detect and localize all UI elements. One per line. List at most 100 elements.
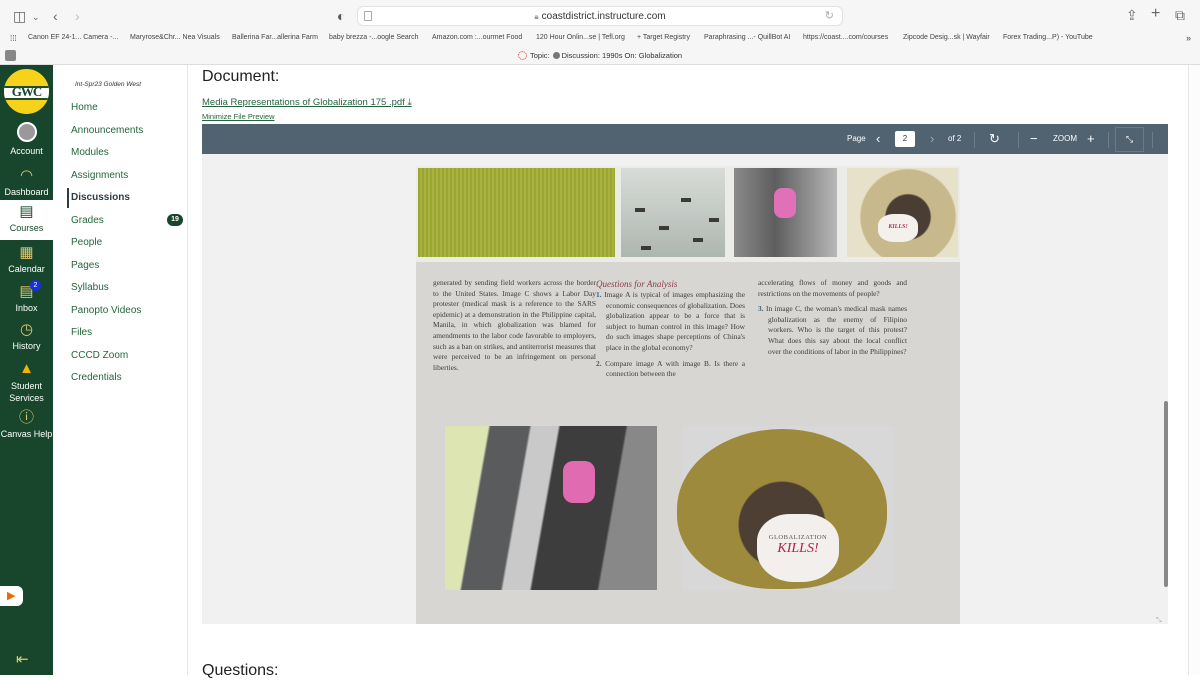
global-navigation: GWC Account ◠ Dashboard ▤ Courses ▦ Calenda… bbox=[0, 65, 53, 675]
green-block-image bbox=[418, 168, 615, 257]
bookmark[interactable]: Zipcode Desig...sk | Wayfair bbox=[903, 34, 990, 41]
pdf-toolbar: Page ‹ 2 › of 2 ↻ − ZOOM + ⤡ bbox=[202, 124, 1168, 154]
gnav-calendar[interactable]: ▦ Calendar bbox=[0, 245, 53, 275]
bookmarks-bar: ⁞⁞⁞ Canon EF 24-1... Camera -... Maryros… bbox=[0, 32, 1200, 46]
active-tab[interactable]: Topic: Discussion: 1990s On: Globalizatio… bbox=[518, 51, 682, 60]
question-2: 2. Compare image A with image B. Is ther… bbox=[596, 358, 745, 379]
questions-heading: Questions: bbox=[202, 662, 279, 679]
mask-line-1: GLOBALIZATION bbox=[768, 534, 828, 541]
zoom-out-button[interactable]: − bbox=[1030, 124, 1038, 154]
protest-mask: GLOBALIZATION KILLS! bbox=[757, 514, 839, 582]
site-icon bbox=[552, 52, 560, 59]
collapse-arrows-icon: ⤡ bbox=[1125, 134, 1134, 144]
rotate-icon[interactable]: ↻ bbox=[989, 124, 1000, 154]
tab-bar: Topic: Discussion: 1990s On: Globalizatio… bbox=[0, 46, 1200, 65]
privacy-shield-icon[interactable]: ◐ bbox=[337, 9, 345, 23]
bookmark[interactable]: 120 Hour Onlin...se | Tefl.org bbox=[536, 34, 625, 41]
apps-grid-icon[interactable]: ⁞⁞⁞ bbox=[10, 34, 17, 43]
document-heading: Document: bbox=[202, 68, 280, 85]
exit-fullscreen-button[interactable]: ⤡ bbox=[1115, 127, 1144, 152]
dashboard-icon: ◠ bbox=[19, 167, 34, 184]
harbor-boats-image bbox=[621, 168, 725, 257]
bookmark[interactable]: Canon EF 24-1... Camera -... bbox=[28, 34, 118, 41]
file-download-link[interactable]: Media Representations of Globalization 1… bbox=[202, 97, 412, 108]
course-nav-credentials[interactable]: Credentials bbox=[71, 372, 122, 383]
tab-favicon-icon[interactable] bbox=[5, 50, 16, 61]
next-page-button[interactable]: › bbox=[930, 124, 934, 154]
tab-overview-icon[interactable]: ⧉ bbox=[1175, 8, 1185, 22]
questions-column-continued: accelerating flows of money and goods an… bbox=[758, 278, 907, 362]
gnav-account[interactable]: Account bbox=[0, 122, 53, 156]
course-nav-assignments[interactable]: Assignments bbox=[71, 170, 128, 181]
bookmark[interactable]: https://coast....com/courses bbox=[803, 34, 888, 41]
collapse-nav-icon[interactable]: ⇤ bbox=[16, 650, 29, 668]
course-nav-modules[interactable]: Modules bbox=[71, 147, 109, 158]
bookmark[interactable]: + Target Registry bbox=[637, 34, 690, 41]
more-bookmarks-icon[interactable]: » bbox=[1186, 33, 1191, 43]
course-nav-grades[interactable]: Grades 19 bbox=[71, 214, 186, 226]
gnav-inbox[interactable]: ▤ 2 Inbox bbox=[0, 280, 53, 313]
gnav-student-services[interactable]: ▲ Student Services bbox=[0, 361, 53, 404]
page-scroll-gutter[interactable] bbox=[1188, 65, 1200, 675]
bookmark[interactable]: Paraphrasing ...- QuillBot AI bbox=[704, 34, 790, 41]
total-pages: of 2 bbox=[948, 134, 962, 143]
mask-thumbnail-text: KILLS! bbox=[878, 214, 918, 242]
bookmark[interactable]: baby brezza -...oogle Search bbox=[329, 34, 419, 41]
bookmark[interactable]: Maryrose&Chr... Nea Visuals bbox=[130, 34, 220, 41]
course-nav-announcements[interactable]: Announcements bbox=[71, 125, 143, 136]
avatar bbox=[16, 122, 37, 142]
course-nav-label: Grades bbox=[71, 215, 104, 226]
bookmark[interactable]: Amazon.com :...ourmet Food bbox=[432, 34, 522, 41]
questions-column: Questions for Analysis 1. Image A is typ… bbox=[596, 278, 745, 385]
zoom-label: ZOOM bbox=[1053, 134, 1077, 143]
reload-icon[interactable]: ↻ bbox=[825, 7, 834, 26]
chevron-down-icon[interactable]: ⌄ bbox=[32, 10, 40, 24]
grades-badge: 19 bbox=[167, 214, 183, 226]
course-nav-syllabus[interactable]: Syllabus bbox=[71, 282, 109, 293]
course-nav-people[interactable]: People bbox=[71, 237, 102, 248]
divider bbox=[1108, 132, 1109, 148]
course-nav-files[interactable]: Files bbox=[71, 327, 92, 338]
gnav-history[interactable]: ◷ History bbox=[0, 322, 53, 352]
tab-label: Topic: bbox=[530, 51, 550, 60]
page-number-input[interactable]: 2 bbox=[895, 131, 915, 147]
viewer-scrollbar[interactable] bbox=[1164, 401, 1168, 587]
play-icon: ▶ bbox=[7, 590, 16, 602]
divider bbox=[974, 132, 975, 148]
gnav-label: History bbox=[12, 341, 41, 351]
protester-image: GLOBALIZATION KILLS! bbox=[677, 426, 895, 590]
bookmark[interactable]: Forex Trading...P) - YouTube bbox=[1003, 34, 1093, 41]
inbox-badge: 2 bbox=[30, 280, 41, 291]
course-nav-zoom[interactable]: CCCD Zoom bbox=[71, 350, 128, 361]
gnav-courses[interactable]: ▤ Courses bbox=[0, 200, 53, 240]
gnav-label: Account bbox=[10, 146, 43, 156]
course-nav-discussions[interactable]: Discussions bbox=[67, 188, 130, 208]
course-nav-panopto[interactable]: Panopto Videos bbox=[71, 305, 141, 316]
inbox-icon: ▤ bbox=[19, 283, 34, 300]
gnav-label: Student Services bbox=[9, 381, 44, 403]
new-tab-icon[interactable]: + bbox=[1151, 6, 1160, 22]
bookmark[interactable]: Ballerina Far...allerina Farm bbox=[232, 34, 318, 41]
prev-page-button[interactable]: ‹ bbox=[876, 124, 880, 154]
share-icon[interactable]: ⇪ bbox=[1126, 8, 1138, 22]
main-content: Document: Media Representations of Globa… bbox=[188, 65, 1200, 679]
college-logo[interactable]: GWC bbox=[2, 67, 51, 116]
gnav-canvas-help[interactable]: ⓘ Canvas Help bbox=[0, 409, 53, 440]
forward-icon[interactable]: › bbox=[75, 9, 80, 23]
gnav-dashboard[interactable]: ◠ Dashboard bbox=[0, 167, 53, 198]
course-nav-home[interactable]: Home bbox=[71, 102, 98, 113]
download-icon[interactable]: ⤓ bbox=[407, 97, 411, 108]
back-icon[interactable]: ‹ bbox=[53, 9, 58, 23]
divider bbox=[1018, 132, 1019, 148]
course-nav-pages[interactable]: Pages bbox=[71, 260, 99, 271]
zoom-in-button[interactable]: + bbox=[1087, 124, 1095, 154]
file-link-text: Media Representations of Globalization 1… bbox=[202, 97, 405, 108]
tab-title: Discussion: 1990s On: Globalization bbox=[561, 51, 683, 60]
address-bar[interactable]: 🔒︎ coastdistrict.instructure.com ↻ bbox=[357, 6, 843, 26]
help-icon: ⓘ bbox=[18, 409, 34, 426]
course-navigation: Int-Spr23 Golden West Home Announcements… bbox=[53, 65, 188, 675]
panopto-button[interactable]: ▶ bbox=[0, 586, 23, 606]
resize-handle-icon[interactable]: ⤡ bbox=[1156, 617, 1162, 625]
minimize-preview-link[interactable]: Minimize File Preview bbox=[202, 112, 275, 121]
sidebar-toggle-icon[interactable]: ◫ bbox=[13, 9, 26, 23]
